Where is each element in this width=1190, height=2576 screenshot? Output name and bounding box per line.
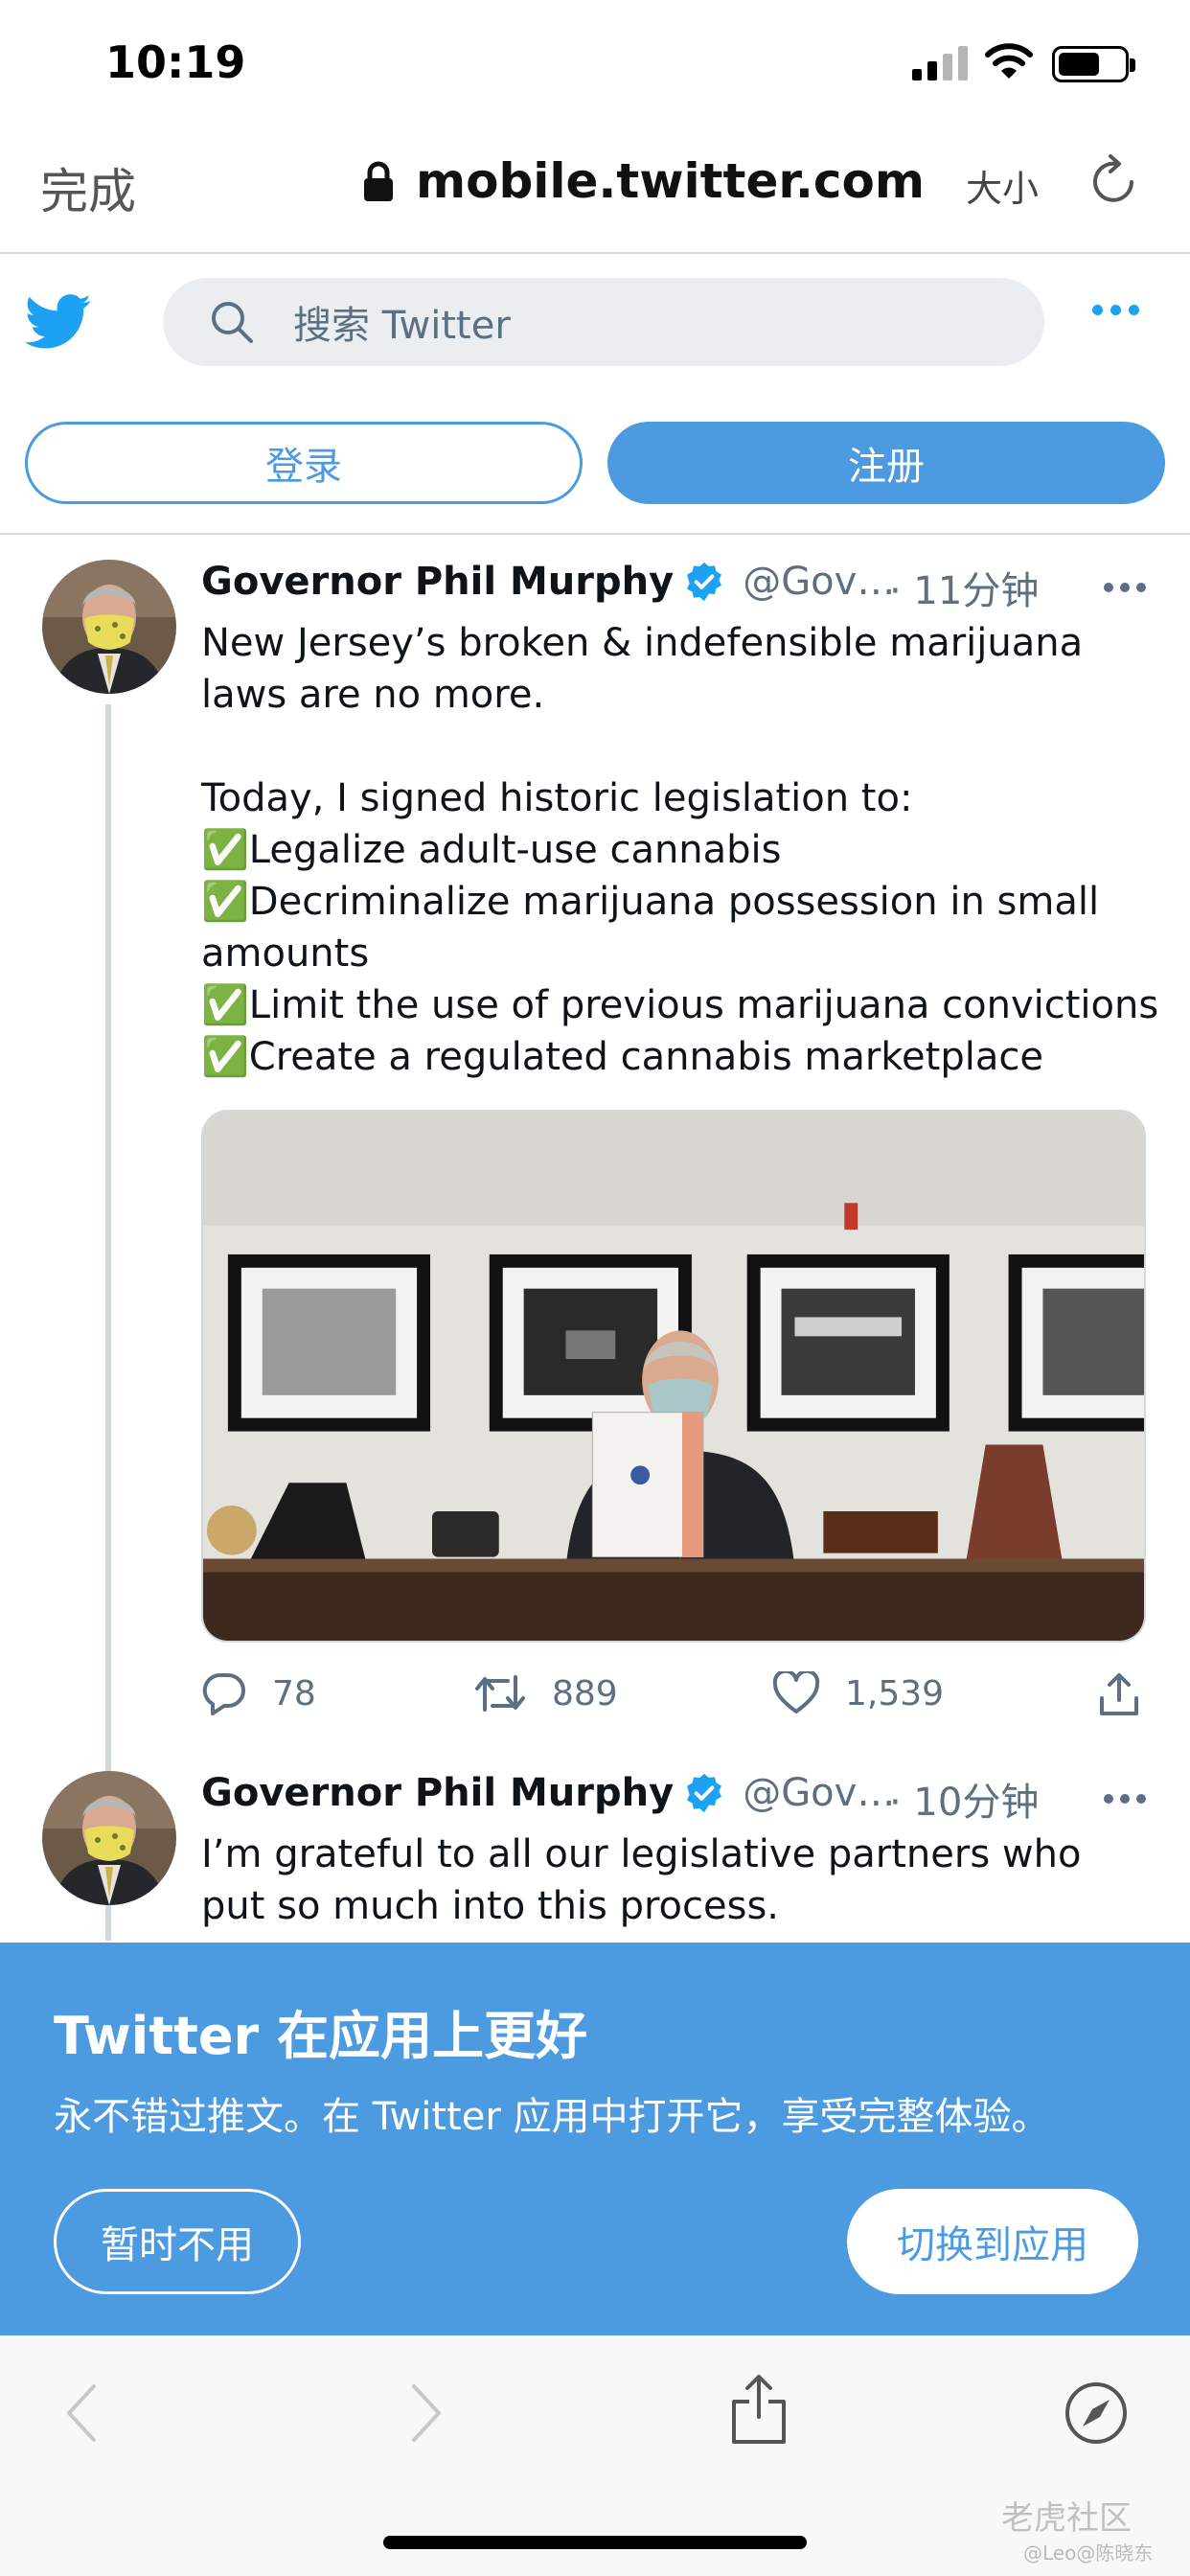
status-time: 10:19 bbox=[105, 36, 246, 88]
text-size-button[interactable]: 大小 bbox=[966, 159, 1039, 212]
author-name[interactable]: Governor Phil Murphy bbox=[201, 560, 674, 604]
tweet-header: Governor Phil Murphy @Gov… bbox=[201, 1771, 895, 1815]
tweet-text: New Jersey’s broken & indefensible marij… bbox=[201, 621, 1159, 1079]
watermark: 老虎社区 bbox=[1001, 2499, 1132, 2538]
retweet-button[interactable]: 889 bbox=[473, 1671, 618, 1715]
tweet-header: Governor Phil Murphy @Gov… bbox=[201, 560, 895, 604]
not-now-button[interactable]: 暂时不用 bbox=[54, 2189, 301, 2294]
verified-badge-icon bbox=[687, 1773, 722, 1813]
author-handle[interactable]: @Gov… bbox=[743, 1771, 895, 1815]
share-icon[interactable] bbox=[1096, 1671, 1142, 1717]
verified-badge-icon bbox=[687, 562, 722, 602]
banner-title: Twitter 在应用上更好 bbox=[54, 2006, 587, 2066]
tweet-text: I’m grateful to all our legislative part… bbox=[201, 1832, 1094, 1928]
address-bar[interactable]: mobile.twitter.com bbox=[362, 153, 925, 209]
heart-icon bbox=[772, 1671, 820, 1714]
reply-icon bbox=[202, 1672, 245, 1715]
share-sheet-icon[interactable] bbox=[728, 2373, 790, 2446]
twitter-bird-icon[interactable] bbox=[25, 292, 92, 352]
tweet-time[interactable]: · 11分钟 bbox=[889, 560, 1039, 615]
battery-icon bbox=[1052, 46, 1135, 82]
forward-icon[interactable] bbox=[406, 2382, 445, 2444]
avatar[interactable] bbox=[42, 560, 176, 694]
search-icon bbox=[212, 302, 253, 343]
author-name[interactable]: Governor Phil Murphy bbox=[201, 1771, 674, 1815]
reload-icon[interactable] bbox=[1087, 153, 1141, 211]
author-handle[interactable]: @Gov… bbox=[743, 560, 895, 604]
tweet-time[interactable]: · 10分钟 bbox=[889, 1771, 1039, 1827]
banner-subtitle: 永不错过推文。在 Twitter 应用中打开它，享受完整体验。 bbox=[54, 2095, 1050, 2139]
avatar[interactable] bbox=[42, 1771, 176, 1905]
cellular-signal-icon bbox=[912, 46, 968, 80]
watermark-sub: @Leo@陈晓东 bbox=[1023, 2542, 1154, 2564]
toolbar-divider bbox=[0, 252, 1190, 254]
switch-to-app-button[interactable]: 切换到应用 bbox=[847, 2189, 1138, 2294]
url-text: mobile.twitter.com bbox=[416, 153, 925, 209]
tweet-more-icon[interactable] bbox=[1104, 1794, 1146, 1804]
reply-count: 78 bbox=[272, 1673, 316, 1714]
more-options-icon[interactable] bbox=[1092, 305, 1139, 315]
header-divider bbox=[0, 533, 1190, 535]
tweet-photo[interactable] bbox=[201, 1110, 1146, 1643]
search-box[interactable]: 搜索 Twitter bbox=[163, 278, 1044, 366]
compass-icon[interactable] bbox=[1064, 2380, 1129, 2446]
search-placeholder: 搜索 Twitter bbox=[293, 304, 511, 348]
home-indicator[interactable] bbox=[383, 2536, 807, 2549]
reply-button[interactable]: 78 bbox=[201, 1671, 316, 1715]
retweet-icon bbox=[475, 1675, 525, 1712]
signup-button[interactable]: 注册 bbox=[607, 422, 1165, 504]
like-count: 1,539 bbox=[845, 1673, 945, 1714]
login-button[interactable]: 登录 bbox=[25, 422, 583, 504]
back-icon[interactable] bbox=[63, 2382, 102, 2444]
thread-line bbox=[105, 704, 111, 1941]
lock-icon bbox=[364, 161, 393, 201]
like-button[interactable]: 1,539 bbox=[772, 1671, 944, 1715]
retweet-count: 889 bbox=[552, 1673, 618, 1714]
wifi-icon bbox=[985, 43, 1033, 79]
tweet-more-icon[interactable] bbox=[1104, 583, 1146, 592]
done-button[interactable]: 完成 bbox=[40, 153, 136, 222]
